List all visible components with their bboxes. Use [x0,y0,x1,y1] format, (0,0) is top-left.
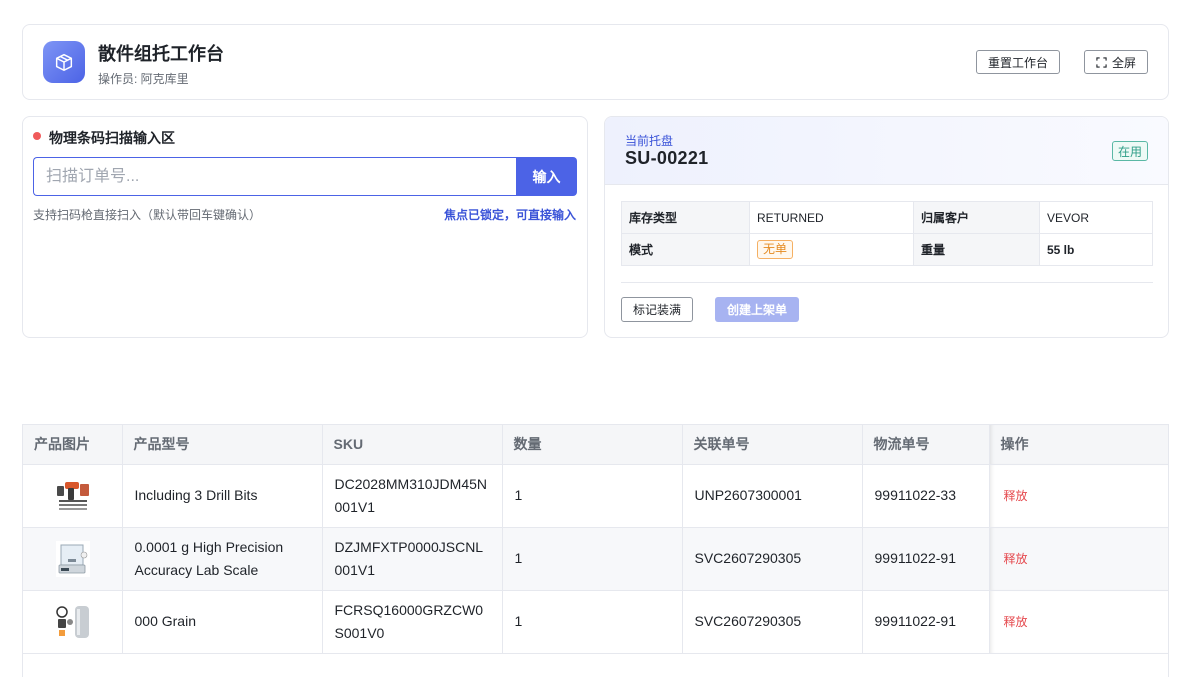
product-image-cell [23,590,123,654]
mark-full-button[interactable]: 标记装满 [621,297,693,322]
create-putaway-button[interactable]: 创建上架单 [715,297,799,322]
action-cell: 释放 [989,527,1168,591]
fullscreen-button[interactable]: 全屏 [1084,50,1148,74]
info-row: 模式 无单 重量 55 lb [621,233,1153,266]
fullscreen-icon [1096,56,1107,68]
ref-no-cell: UNP2607300001 [682,464,863,528]
release-button[interactable]: 释放 [1002,485,1028,508]
col-header-sku: SKU [322,425,503,465]
pallet-header: 当前托盘 SU-00221 在用 [605,117,1168,185]
qty-cell: 1 [502,590,683,654]
stock-type-value: RETURNED [749,201,914,234]
scan-panel-title: 物理条码扫描输入区 [49,130,175,146]
product-image-cell [23,527,123,591]
tracking-no-cell: 99911022-91 [862,590,990,654]
release-button[interactable]: 释放 [1002,611,1028,634]
customer-value: VEVOR [1039,201,1153,234]
customer-label: 归属客户 [913,201,1040,234]
fullscreen-label: 全屏 [1111,55,1136,70]
table-row: 000 Grain FCRSQ16000GRZCW0S001V0 1 SVC26… [23,590,1168,654]
qty-cell: 1 [502,527,683,591]
sku-cell: DC2028MM310JDM45N001V1 [322,464,503,528]
action-cell: 释放 [989,590,1168,654]
weight-value: 55 lb [1039,233,1153,266]
product-image-cell [23,464,123,528]
tracking-no-cell: 99911022-91 [862,527,990,591]
col-header-model: 产品型号 [122,425,323,465]
sku-cell: DZJMFXTP0000JSCNL001V1 [322,527,503,591]
mode-label: 模式 [621,233,750,266]
reset-workbench-button[interactable]: 重置工作台 [976,50,1060,74]
items-table: 产品图片 产品型号 SKU 数量 关联单号 物流单号 操作 Including … [23,425,1168,654]
table-header-row: 产品图片 产品型号 SKU 数量 关联单号 物流单号 操作 [23,425,1168,465]
grain-mill-image [56,603,90,640]
recording-dot-icon [33,132,41,140]
product-model: 0.0001 g High Precision Accuracy Lab Sca… [122,527,323,591]
pallet-label: 当前托盘 [625,134,674,148]
product-model: Including 3 Drill Bits [122,464,323,528]
divider [621,282,1153,283]
header-bar: 散件组托工作台 操作员: 阿克库里 重置工作台 全屏 [22,24,1169,100]
col-header-image: 产品图片 [23,425,123,465]
pallet-id: SU-00221 [625,148,709,168]
col-header-qty: 数量 [502,425,683,465]
table-row: 0.0001 g High Precision Accuracy Lab Sca… [23,527,1168,591]
pallet-info-table: 库存类型 RETURNED 归属客户 VEVOR 模式 无单 重量 55 lb [621,201,1153,266]
mode-badge: 无单 [757,240,794,259]
scan-panel: 物理条码扫描输入区 输入 支持扫码枪直接扫入（默认带回车键确认） 焦点已锁定，可… [22,116,588,338]
sku-cell: FCRSQ16000GRZCW0S001V0 [322,590,503,654]
mode-cell: 无单 [749,233,914,266]
scan-hint: 支持扫码枪直接扫入（默认带回车键确认） [33,208,262,222]
focus-status: 焦点已锁定，可直接输入 [443,208,576,222]
ref-no-cell: SVC2607290305 [682,590,863,654]
page-title: 散件组托工作台 [98,44,224,64]
qty-cell: 1 [502,464,683,528]
package-icon [55,53,73,71]
col-header-action: 操作 [989,425,1168,465]
table-row: Including 3 Drill Bits DC2028MM310JDM45N… [23,464,1168,528]
app-logo [43,41,85,83]
lab-scale-image [56,540,90,577]
status-badge: 在用 [1111,141,1148,161]
release-button[interactable]: 释放 [1002,548,1028,571]
col-header-ref: 关联单号 [682,425,863,465]
product-model: 000 Grain [122,590,323,654]
tracking-no-cell: 99911022-33 [862,464,990,528]
operator-label: 操作员: 阿克库里 [98,72,189,86]
ref-no-cell: SVC2607290305 [682,527,863,591]
stock-type-label: 库存类型 [621,201,750,234]
action-cell: 释放 [989,464,1168,528]
col-header-tracking: 物流单号 [862,425,990,465]
drill-kit-image [56,477,90,514]
info-row: 库存类型 RETURNED 归属客户 VEVOR [621,201,1153,234]
submit-scan-button[interactable]: 输入 [516,157,577,196]
pallet-panel: 当前托盘 SU-00221 在用 库存类型 RETURNED 归属客户 VEVO… [604,116,1169,338]
barcode-input[interactable] [33,157,517,196]
weight-label: 重量 [913,233,1040,266]
items-table-panel: 产品图片 产品型号 SKU 数量 关联单号 物流单号 操作 Including … [22,424,1169,677]
